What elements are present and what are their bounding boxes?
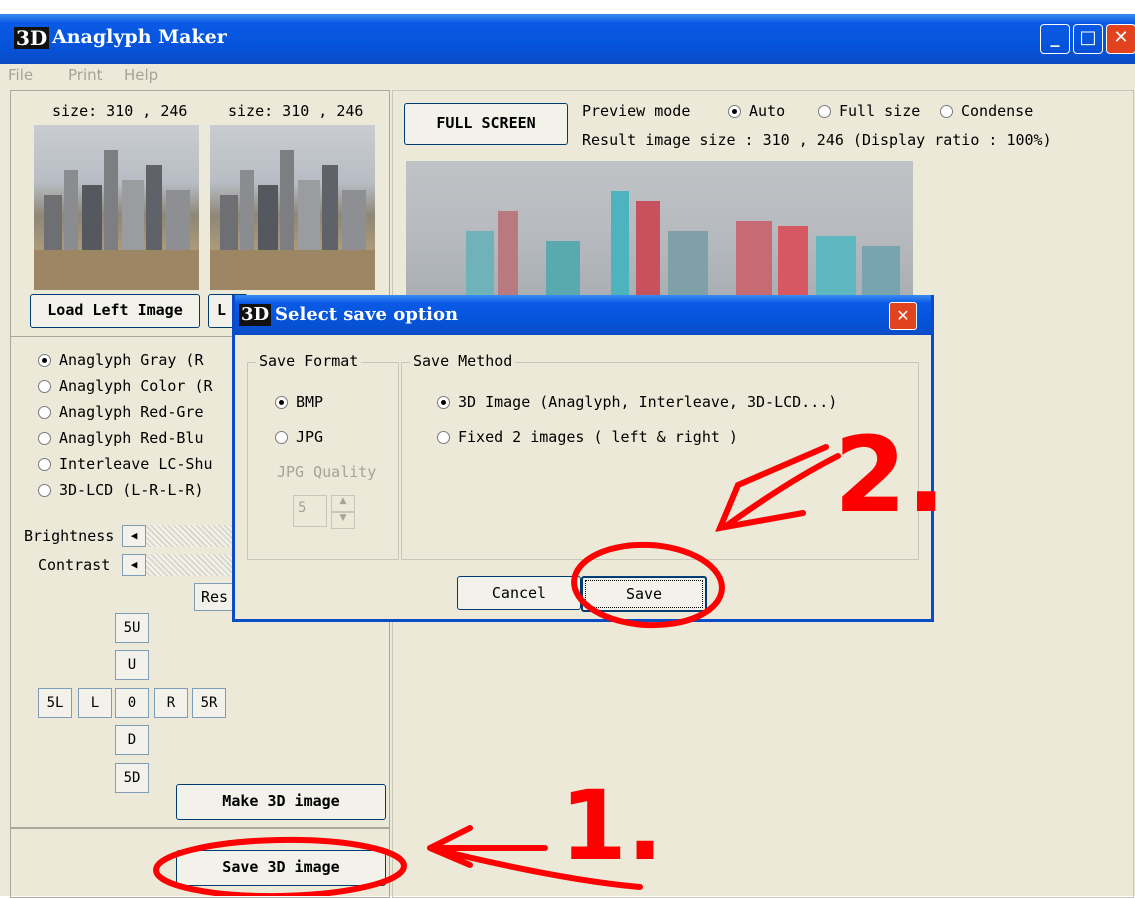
nudge-d-button[interactable]: D — [115, 725, 149, 755]
full-screen-button[interactable]: FULL SCREEN — [404, 103, 568, 145]
radio-icon — [38, 484, 51, 497]
close-icon[interactable]: ✕ — [1106, 24, 1135, 54]
brightness-slider[interactable] — [146, 525, 236, 547]
save-method-label: Save Method — [410, 352, 516, 370]
title-bar[interactable]: 3D Anaglyph Maker _ □ ✕ — [0, 14, 1135, 64]
window-title: Anaglyph Maker — [52, 26, 227, 48]
save-option-dialog: 3D Select save option ✕ Save Format BMP … — [232, 295, 934, 622]
preview-option-condense[interactable]: Condense — [940, 102, 1033, 120]
mode-option[interactable]: Anaglyph Gray (R — [38, 351, 204, 369]
radio-icon — [38, 432, 51, 445]
format-option-bmp[interactable]: BMP — [275, 393, 323, 411]
radio-icon — [275, 431, 288, 444]
mode-option[interactable]: Anaglyph Red-Blu — [38, 429, 204, 447]
nudge-r-button[interactable]: R — [154, 688, 188, 718]
dialog-title: Select save option — [275, 304, 459, 325]
menu-bar: File Print Help — [0, 64, 1135, 88]
nudge-5u-button[interactable]: 5U — [115, 613, 149, 643]
save-3d-image-button[interactable]: Save 3D image — [176, 850, 386, 886]
radio-icon — [818, 105, 831, 118]
preview-option-auto[interactable]: Auto — [728, 102, 785, 120]
menu-file[interactable]: File — [8, 66, 33, 84]
preview-mode-label: Preview mode — [582, 102, 691, 120]
jpg-quality-label: JPG Quality — [277, 463, 377, 481]
contrast-slider[interactable] — [146, 554, 236, 576]
step-2-annotation: 2. — [834, 414, 946, 536]
contrast-left-arrow-icon[interactable]: ◀ — [122, 554, 146, 576]
brightness-left-arrow-icon[interactable]: ◀ — [122, 525, 146, 547]
mode-option[interactable]: 3D-LCD (L-R-L-R) — [38, 481, 204, 499]
jpg-quality-field[interactable]: 5 — [293, 495, 327, 527]
radio-selected-icon — [38, 354, 51, 367]
radio-selected-icon — [275, 396, 288, 409]
nudge-u-button[interactable]: U — [115, 650, 149, 680]
maximize-icon[interactable]: □ — [1073, 24, 1103, 54]
make-3d-image-button[interactable]: Make 3D image — [176, 784, 386, 820]
radio-selected-icon — [728, 105, 741, 118]
nudge-0-button[interactable]: 0 — [115, 688, 149, 718]
mode-option[interactable]: Anaglyph Red-Gre — [38, 403, 204, 421]
method-option-fixed-images[interactable]: Fixed 2 images ( left & right ) — [437, 428, 738, 446]
nudge-5d-button[interactable]: 5D — [115, 763, 149, 793]
dialog-3d-icon: 3D — [239, 304, 272, 326]
dialog-title-bar[interactable]: 3D Select save option ✕ — [235, 295, 931, 335]
left-image-thumbnail — [34, 125, 199, 290]
dialog-close-icon[interactable]: ✕ — [889, 302, 917, 330]
radio-icon — [38, 380, 51, 393]
load-left-image-button[interactable]: Load Left Image — [30, 294, 200, 328]
save-format-label: Save Format — [256, 352, 362, 370]
spin-up-icon[interactable]: ▲ — [331, 495, 355, 512]
anaglyph-preview-image — [406, 161, 913, 301]
mode-option[interactable]: Interleave LC-Shu — [38, 455, 213, 473]
left-size-label: size: 310 , 246 — [52, 102, 188, 120]
app-3d-icon: 3D — [14, 26, 50, 50]
minimize-icon[interactable]: _ — [1040, 24, 1070, 54]
radio-icon — [38, 458, 51, 471]
nudge-l-button[interactable]: L — [78, 688, 112, 718]
right-image-thumbnail — [210, 125, 375, 290]
nudge-5l-button[interactable]: 5L — [38, 688, 72, 718]
preview-option-full-size[interactable]: Full size — [818, 102, 920, 120]
radio-icon — [437, 431, 450, 444]
save-button[interactable]: Save — [581, 576, 707, 612]
step-1-annotation: 1. — [560, 770, 664, 882]
nudge-5r-button[interactable]: 5R — [192, 688, 226, 718]
menu-print[interactable]: Print — [68, 66, 103, 84]
spin-down-icon[interactable]: ▼ — [331, 512, 355, 529]
cancel-button[interactable]: Cancel — [457, 576, 581, 610]
method-option-3d-image[interactable]: 3D Image (Anaglyph, Interleave, 3D-LCD..… — [437, 393, 837, 411]
result-size-text: Result image size : 310 , 246 (Display r… — [582, 131, 1052, 149]
radio-icon — [940, 105, 953, 118]
mode-option[interactable]: Anaglyph Color (R — [38, 377, 213, 395]
save-format-group: Save Format — [247, 352, 399, 560]
brightness-label: Brightness — [24, 527, 115, 545]
contrast-label: Contrast — [38, 556, 111, 574]
right-size-label: size: 310 , 246 — [228, 102, 364, 120]
radio-icon — [38, 406, 51, 419]
radio-selected-icon — [437, 396, 450, 409]
menu-help[interactable]: Help — [124, 66, 158, 84]
format-option-jpg[interactable]: JPG — [275, 428, 323, 446]
